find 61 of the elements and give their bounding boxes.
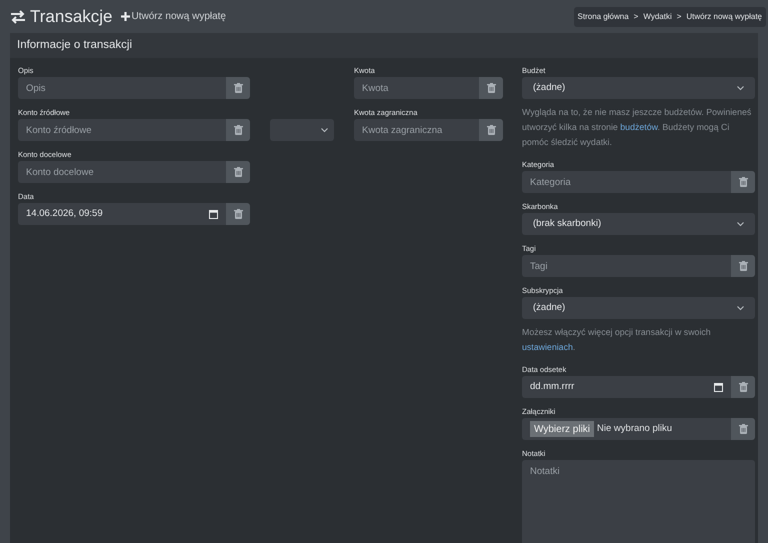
calendar-icon [714,382,723,392]
notes-field[interactable]: Notatki [522,460,755,543]
date-field[interactable]: dd.mm.rrrr [522,376,731,398]
text-field[interactable]: Kwota zagraniczna [354,119,479,141]
trash-icon [486,83,496,93]
create-withdrawal-link[interactable]: Utwórz nową wypłatę [120,9,226,24]
settings-link[interactable]: budżetów [620,122,658,132]
delete-button[interactable] [226,161,250,183]
delete-button[interactable] [479,77,503,99]
date-value: dd.mm.rrrr [530,380,574,394]
help-text: Wygląda na to, że nie masz jeszcze budżetów. Powinieneś utworzyć kilka na stronie budżetów. Budżety mogą Ci pomóc śledzić wydatki. [522,106,752,149]
delete-button[interactable] [226,119,250,141]
trash-icon [234,167,242,177]
text-field[interactable]: Opis [18,77,226,99]
panel-title: Informacje o transakcji [10,33,758,58]
trash-icon [738,177,748,187]
text-field[interactable]: Tagi [522,255,731,277]
trash-icon [234,209,242,219]
breadcrumb-separator: > [676,10,682,22]
select-field[interactable]: (brak skarbonki) [522,213,755,235]
trash-icon [234,125,242,135]
text-field[interactable]: Kategoria [522,171,731,193]
date-value: 14.06.2026, 09:59 [26,206,103,221]
text-field[interactable]: Kwota [354,77,479,99]
delete-button[interactable] [731,376,755,398]
delete-button[interactable] [731,418,755,440]
chevron-down-icon [737,222,744,226]
select-field[interactable]: (żadne) [522,77,755,99]
settings-link[interactable]: ustawieniach [522,342,573,352]
text-field[interactable]: Konto źródłowe [18,119,226,141]
select-value: (żadne) [533,80,566,95]
delete-button[interactable] [731,171,755,193]
choose-files-button[interactable]: Wybierz pliki [530,421,594,437]
chevron-down-icon [737,306,744,310]
transfer-icon [10,10,26,24]
text-field[interactable]: Konto docelowe [18,161,226,183]
breadcrumb-link[interactable]: Strona główna [578,10,629,22]
help-text: Możesz włączyć więcej opcji transakcji w swoich ustawieniach. [522,326,712,354]
delete-button[interactable] [226,77,250,99]
breadcrumb-link[interactable]: Utwórz nową wypłatę [686,10,762,22]
trash-icon [234,83,242,93]
file-field[interactable]: Wybierz pliki Nie wybrano pliku [522,418,731,440]
delete-button[interactable] [226,203,250,225]
chevron-down-icon [737,86,744,90]
trash-icon [738,261,748,271]
breadcrumb-link[interactable]: Wydatki [643,10,672,22]
chevron-down-icon [321,128,328,132]
delete-button[interactable] [731,255,755,277]
date-field[interactable]: 14.06.2026, 09:59 [18,203,226,225]
select-field[interactable]: (żadne) [522,297,755,319]
trash-icon [738,382,748,392]
delete-button[interactable] [479,119,503,141]
plus-icon [120,12,130,21]
select-value: (żadne) [533,300,566,315]
trash-icon [486,125,496,135]
page-title: Transakcje [30,6,113,28]
calendar-icon [209,210,218,218]
trash-icon [738,424,748,434]
breadcrumb-separator: > [634,10,638,22]
file-status: Nie wybrano pliku [597,422,672,436]
select-value: (brak skarbonki) [533,216,602,231]
